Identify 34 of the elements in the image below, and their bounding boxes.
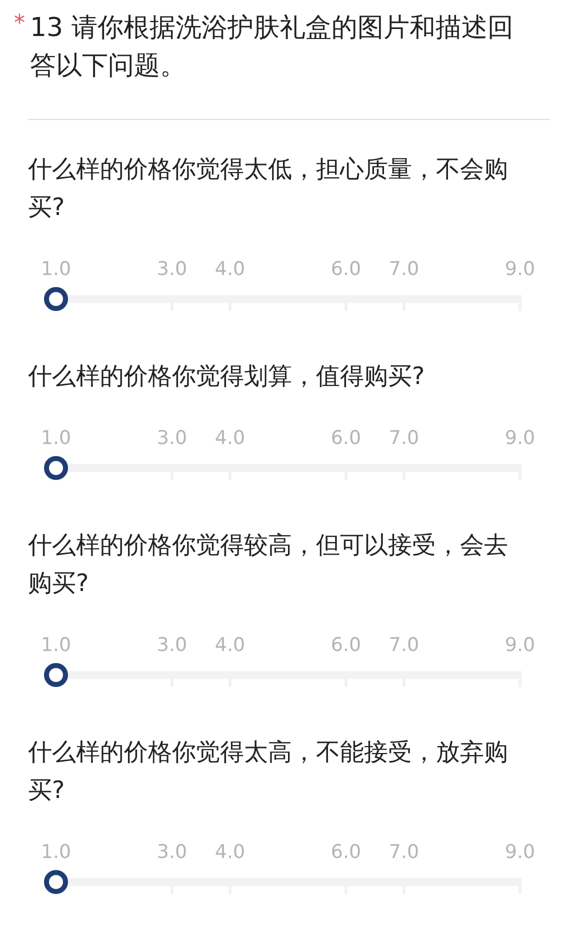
slider-thumb[interactable]: [44, 456, 68, 480]
tick-label: 6.0: [330, 633, 362, 657]
required-mark: *: [14, 10, 26, 38]
slider-label: 什么样的价格你觉得划算，值得购买?: [28, 361, 426, 392]
tick-label: 7.0: [388, 257, 420, 281]
slider-thumb[interactable]: [44, 870, 68, 894]
tick-label: 4.0: [214, 840, 246, 864]
tick-label: 3.0: [156, 633, 188, 657]
slider-label: 什么样的价格你觉得太高，不能接受，放弃购买?: [28, 737, 509, 806]
tick-label: 7.0: [388, 840, 420, 864]
tick-label: 1.0: [40, 840, 72, 864]
tick-label: 3.0: [156, 257, 188, 281]
tick-label: 9.0: [504, 840, 536, 864]
tick-label: 4.0: [214, 257, 246, 281]
tick-label: 9.0: [504, 426, 536, 450]
tick-label: 3.0: [156, 426, 188, 450]
question-title: 13 请你根据洗浴护肤礼盒的图片和描述回答以下问题。: [30, 12, 514, 83]
tick-label: 1.0: [40, 257, 72, 281]
tick-label: 7.0: [388, 426, 420, 450]
tick-label: 1.0: [40, 426, 72, 450]
slider-thumb[interactable]: [44, 663, 68, 687]
tick-label: 6.0: [330, 840, 362, 864]
tick-label: 3.0: [156, 840, 188, 864]
tick-label: 4.0: [214, 426, 246, 450]
tick-label: 9.0: [504, 633, 536, 657]
slider-label: 什么样的价格你觉得太低，担心质量，不会购买?: [28, 154, 509, 223]
slider-label: 什么样的价格你觉得较高，但可以接受，会去购买?: [28, 530, 509, 599]
tick-label: 9.0: [504, 257, 536, 281]
slider-thumb[interactable]: [44, 287, 68, 311]
tick-label: 4.0: [214, 633, 246, 657]
tick-label: 7.0: [388, 633, 420, 657]
tick-label: 6.0: [330, 257, 362, 281]
tick-label: 1.0: [40, 633, 72, 657]
tick-label: 6.0: [330, 426, 362, 450]
